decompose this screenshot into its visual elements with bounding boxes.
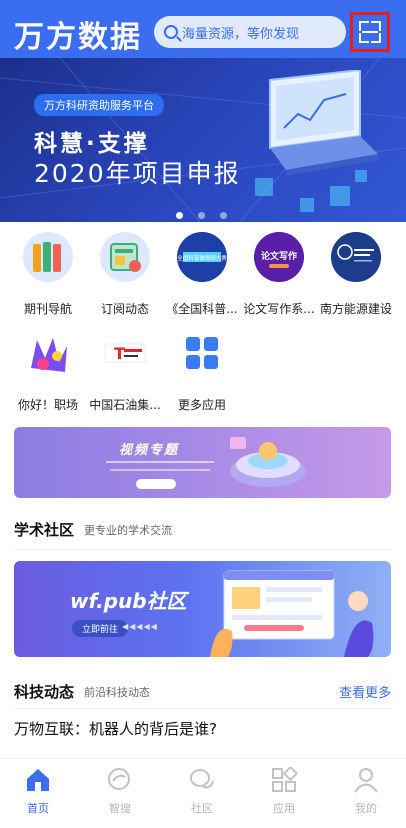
app-label: 订阅动态: [100, 302, 149, 316]
hello-workplace-icon: [23, 328, 73, 378]
app-petrochina[interactable]: T 中国石油集...: [85, 328, 165, 413]
search-placeholder: 海量资源，等你发现: [182, 27, 300, 42]
science-contest-icon-text: 全国科普微视频大赛: [177, 254, 227, 262]
paper-writing-icon: 论文写作: [254, 232, 304, 282]
tech-news-subtitle: 前沿科技动态: [84, 686, 150, 699]
laptop-illustration: [269, 70, 378, 176]
home-icon: [25, 767, 51, 793]
tab-label: 应用: [273, 802, 295, 815]
wfpub-community-banner[interactable]: wf.pub社区 立即前往 ◀◀◀◀◀: [14, 561, 391, 657]
tab-community[interactable]: 社区: [172, 767, 232, 816]
science-contest-icon: 全国科普微视频大赛: [177, 232, 227, 282]
tab-home[interactable]: 首页: [8, 767, 68, 816]
app-label: 南方能源建设: [319, 302, 392, 316]
search-icon: [164, 25, 178, 39]
paper-writing-icon-text: 论文写作: [261, 250, 297, 262]
app-label: 《全国科普...: [166, 302, 238, 316]
app-paper-writing[interactable]: 论文写作 论文写作系...: [239, 232, 319, 317]
app-label: 中国石油集...: [89, 398, 161, 412]
video-topic-banner[interactable]: 视频专题: [14, 427, 391, 498]
scan-icon-corner: [371, 33, 381, 43]
carousel-dot-1[interactable]: [176, 212, 183, 219]
svg-text:T: T: [114, 344, 125, 363]
search-bar[interactable]: 海量资源，等你发现: [154, 16, 346, 48]
community-icon: [189, 767, 215, 793]
promo-text-line: [110, 469, 210, 471]
subscribe-icon: [100, 232, 150, 282]
carousel-indicators: [176, 204, 237, 222]
video-disc-illustration: [230, 437, 306, 487]
tab-label: 我的: [355, 802, 377, 815]
banner-subheadline: 2020年项目申报: [34, 159, 241, 188]
app-label: 论文写作系...: [243, 302, 315, 316]
tab-profile[interactable]: 我的: [336, 767, 396, 816]
wanfang-logo[interactable]: 万方数据: [14, 12, 142, 56]
promo-carousel[interactable]: 万方科研资助服务平台 科慧·支撑 2020年项目申报: [0, 58, 406, 222]
journal-icon: [23, 232, 73, 282]
tab-smart-search[interactable]: 智搜: [90, 767, 150, 816]
app-hello-workplace[interactable]: 你好！职场: [8, 328, 88, 413]
video-topic-title: 视频专题: [119, 443, 180, 458]
banner-tag: 万方科研资助服务平台: [34, 94, 164, 116]
apps-icon: [271, 765, 299, 793]
more-apps-icon: [177, 328, 227, 378]
tab-apps[interactable]: 应用: [254, 765, 314, 816]
app-journal-nav[interactable]: 期刊导航: [8, 232, 88, 317]
app-more-apps[interactable]: 更多应用: [162, 328, 242, 413]
app-subscription-updates[interactable]: 订阅动态: [85, 232, 165, 317]
community-banner-title: wf.pub社区: [70, 589, 187, 613]
app-label: 期刊导航: [23, 302, 72, 316]
tech-news-title: 科技动态: [14, 683, 75, 701]
carousel-dot-3[interactable]: [220, 212, 228, 219]
academic-community-title: 学术社区: [14, 521, 75, 539]
scan-icon-corner: [371, 21, 381, 31]
scan-button[interactable]: [350, 12, 390, 52]
community-illustration: [210, 570, 374, 657]
tab-label: 社区: [191, 802, 213, 815]
top-header: 万方数据 海量资源，等你发现: [0, 0, 406, 58]
app-science-video-contest[interactable]: 全国科普微视频大赛 《全国科普...: [162, 232, 242, 317]
banner-headline: 科慧·支撑: [34, 131, 150, 157]
tab-label: 首页: [27, 802, 49, 815]
arrow-decoration-icon: ◀◀◀◀◀: [122, 622, 158, 631]
section-divider: [14, 549, 391, 550]
promo-text-line: [106, 461, 214, 463]
watch-now-button[interactable]: [136, 479, 176, 489]
app-south-energy[interactable]: 南方能源建设: [316, 232, 396, 317]
scan-icon: [359, 21, 369, 31]
view-more-link[interactable]: 查看更多: [339, 682, 391, 701]
bottom-tab-bar: 首页 智搜 社区 应用 我的: [0, 758, 406, 828]
news-headline[interactable]: 万物互联：机器人的背后是谁?: [14, 718, 217, 739]
scan-icon-corner: [359, 33, 369, 43]
academic-community-subtitle: 更专业的学术交流: [84, 524, 172, 537]
carousel-dot-2[interactable]: [198, 212, 206, 219]
petrochina-icon: T: [100, 328, 150, 378]
scan-icon-line: [362, 31, 378, 33]
app-label: 更多应用: [177, 398, 226, 412]
go-now-button[interactable]: 立即前往: [72, 620, 129, 637]
section-divider: [14, 708, 391, 709]
smart-search-icon: [107, 767, 133, 793]
south-energy-icon: [331, 232, 381, 282]
app-label: 你好！职场: [17, 398, 78, 412]
profile-icon: [353, 767, 379, 793]
tab-label: 智搜: [109, 802, 131, 815]
